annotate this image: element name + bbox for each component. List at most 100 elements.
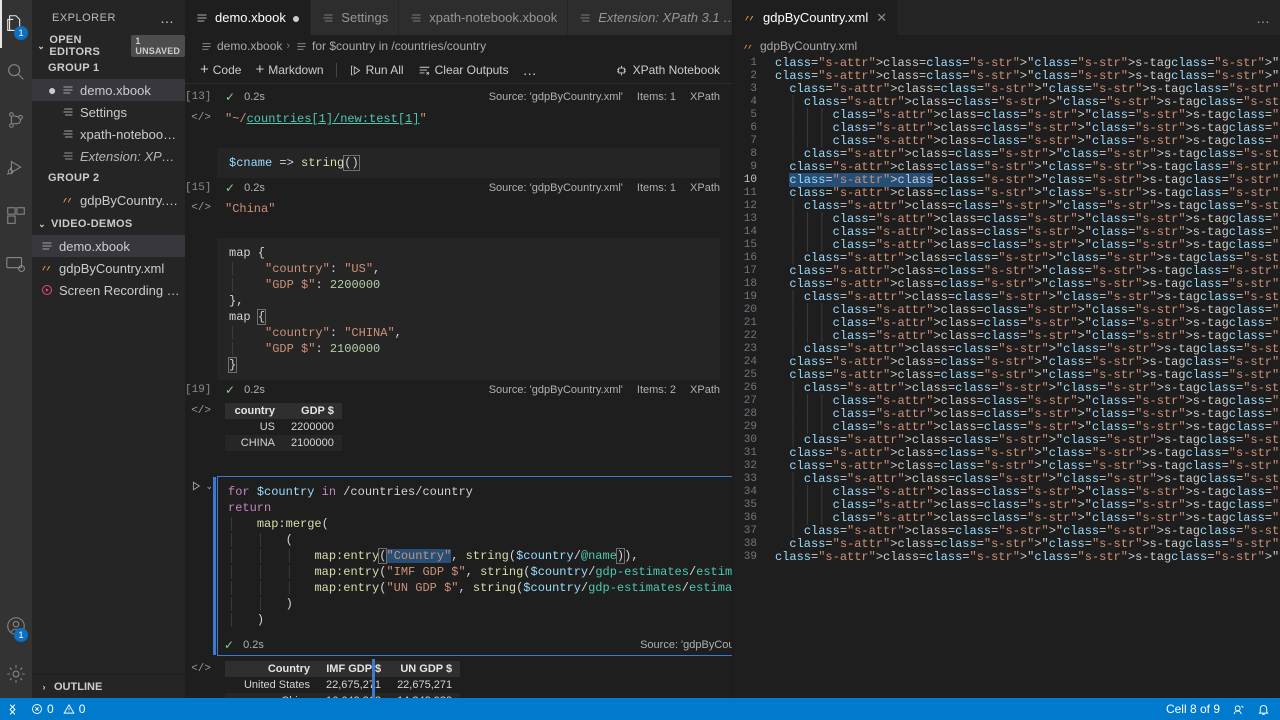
selected-cell-20[interactable]: … for $country in /countries/country ret… — [213, 476, 732, 656]
table-cell: China — [225, 693, 318, 698]
line-number: 18 — [743, 278, 757, 290]
settings-editor-icon — [321, 11, 335, 25]
close-icon[interactable]: ✕ — [876, 10, 887, 26]
kernel-icon — [615, 64, 628, 77]
folder-header[interactable]: ⌄ VIDEO-DEMOS — [32, 213, 185, 235]
open-editor-extension[interactable]: Extension: XPath 3.1 N... — [32, 145, 185, 167]
open-editor-gdpbycountry-xml[interactable]: gdpByCountry.xml — [32, 189, 185, 211]
table-cell: 14,342,933 — [389, 693, 461, 698]
xml-breadcrumb: gdpByCountry.xml — [733, 35, 1280, 57]
breadcrumb-item-file[interactable]: demo.xbook — [217, 39, 282, 53]
xml-code-editor[interactable]: 1 class="s-attr">class=class="s-str">"cla… — [733, 57, 1280, 698]
sidebar-header: EXPLORER … — [32, 0, 185, 35]
collapse-cell-chevron-icon[interactable]: ⌄ — [205, 480, 213, 493]
clear-outputs-icon — [418, 64, 431, 77]
cell-status-15: [15] ✓ 0.2s Source: 'gdpByCountry.xml' I… — [185, 178, 732, 198]
tab-gdpbycountry-xml[interactable]: gdpByCountry.xml ✕ — [733, 0, 899, 35]
line-number: 17 — [743, 265, 757, 277]
breadcrumb: demo.xbook › for $country in /countries/… — [185, 35, 732, 57]
add-code-label: Code — [212, 63, 242, 77]
activity-bar-remote-explorer[interactable] — [0, 240, 32, 288]
file-screen-recording[interactable]: Screen Recording 2021-08-... — [32, 279, 185, 301]
code-editor-20[interactable]: for $country in /countries/country retur… — [218, 477, 732, 635]
settings-editor-icon — [61, 127, 75, 141]
line-number: 6 — [750, 122, 757, 134]
activity-bar-source-control[interactable] — [0, 96, 32, 144]
editor-group-xml: gdpByCountry.xml ✕ … gdpByCountry.xml 1 c… — [733, 0, 1280, 698]
tab-settings[interactable]: Settings — [311, 0, 400, 35]
line-number: 35 — [743, 499, 757, 511]
tab-extension-xpath-notebook[interactable]: Extension: XPath 3.1 Notebook for Vis — [568, 0, 732, 35]
line-number: 37 — [743, 525, 757, 537]
more-actions-icon[interactable]: … — [1256, 10, 1271, 26]
file-gdpbycountry-xml[interactable]: gdpByCountry.xml — [32, 257, 185, 279]
activity-bar-accounts[interactable]: 1 — [0, 602, 32, 650]
cell-source: Source: 'gdpByCountry.xml' — [640, 639, 732, 651]
output-selection-bar — [372, 659, 375, 698]
table-cell: 2100000 — [283, 435, 342, 451]
line-number: 13 — [743, 213, 757, 225]
line-number: 30 — [743, 434, 757, 446]
line-number: 8 — [750, 148, 757, 160]
table-cell: US — [259, 421, 275, 433]
xml-code-line[interactable]: 39 class="s-attr">class=class="s-str">"cl… — [733, 551, 1280, 564]
notebook-more-actions[interactable]: … — [516, 59, 545, 81]
open-editor-settings[interactable]: Settings — [32, 101, 185, 123]
tab-dirty-indicator[interactable]: ● — [292, 11, 300, 25]
toolbar-divider — [335, 63, 337, 77]
folder-label: VIDEO-DEMOS — [51, 218, 133, 230]
xml-breadcrumb-label[interactable]: gdpByCountry.xml — [760, 39, 857, 53]
activity-bar-extensions[interactable] — [0, 192, 32, 240]
open-editors-header[interactable]: ⌄ OPEN EDITORS 1 UNSAVED — [32, 34, 185, 58]
add-code-cell-button[interactable]: + Code — [193, 59, 248, 81]
cell-status-19: [19] ✓ 0.2s Source: 'gdpByCountry.xml' I… — [185, 380, 732, 400]
open-editor-demo-xbook[interactable]: ● demo.xbook — [32, 79, 185, 101]
tab-demo-xbook[interactable]: demo.xbook ● — [185, 0, 312, 35]
error-count: 0 — [47, 702, 54, 716]
line-number: 29 — [743, 421, 757, 433]
feedback-indicator[interactable] — [1226, 698, 1251, 720]
code-editor-15[interactable]: $cname => string() — [217, 148, 720, 178]
add-markdown-cell-button[interactable]: + Markdown — [248, 59, 330, 81]
xml-icon — [743, 11, 757, 25]
kernel-selector[interactable]: XPath Notebook — [615, 63, 724, 77]
xml-icon — [40, 261, 54, 275]
file-demo-xbook[interactable]: demo.xbook — [32, 235, 185, 257]
problems-indicator[interactable]: 0 0 — [25, 698, 91, 720]
breadcrumb-separator: › — [286, 40, 291, 52]
open-editor-xpath-notebook[interactable]: xpath-notebook.xbook... — [32, 123, 185, 145]
success-icon: ✓ — [224, 638, 235, 652]
activity-bar-explorer[interactable]: 1 — [0, 0, 32, 48]
open-editor-label: gdpByCountry.xml — [80, 192, 181, 208]
output-table-19: country GDP $ US 2200000 CHINA 2100000 — [225, 403, 342, 451]
output-code-icon: </> — [191, 663, 211, 675]
activity-bar-search[interactable] — [0, 48, 32, 96]
xml-tab-bar: gdpByCountry.xml ✕ … — [733, 0, 1280, 35]
cell-lang: XPath — [690, 182, 720, 194]
notebook-icon — [40, 239, 54, 253]
table-row: US 2200000 — [225, 419, 342, 435]
line-number: 28 — [743, 408, 757, 420]
breadcrumb-item-cell[interactable]: for $country in /countries/country — [312, 39, 486, 53]
remote-indicator[interactable] — [0, 698, 25, 720]
output-code-icon: </> — [191, 202, 211, 214]
activity-bar-manage[interactable] — [0, 650, 32, 698]
line-number: 11 — [743, 187, 757, 199]
cell-code-19: map { │ "country": "US", │ "GDP $": 2200… — [185, 238, 732, 380]
tab-xpath-notebook-xbook[interactable]: xpath-notebook.xbook — [399, 0, 569, 35]
sidebar-more-icon[interactable]: … — [160, 10, 175, 26]
run-all-button[interactable]: Run All — [342, 59, 411, 81]
run-cell-icon[interactable] — [190, 480, 202, 493]
code-editor-19[interactable]: map { │ "country": "US", │ "GDP $": 2200… — [217, 238, 720, 380]
line-number: 5 — [750, 109, 757, 121]
activity-bar-run-debug[interactable] — [0, 144, 32, 192]
outline-section-header[interactable]: › OUTLINE — [32, 674, 185, 698]
output-text: "~/countries[1]/new:test[1]" — [225, 112, 427, 126]
notifications-indicator[interactable] — [1251, 698, 1280, 720]
file-label: Screen Recording 2021-08-... — [59, 282, 181, 298]
clear-outputs-button[interactable]: Clear Outputs — [411, 59, 516, 81]
chevron-down-icon: ⌄ — [38, 218, 46, 229]
run-all-icon — [349, 64, 362, 77]
cell-position-indicator[interactable]: Cell 8 of 9 — [1160, 698, 1226, 720]
cell-exec-time: 0.2s — [243, 639, 264, 651]
